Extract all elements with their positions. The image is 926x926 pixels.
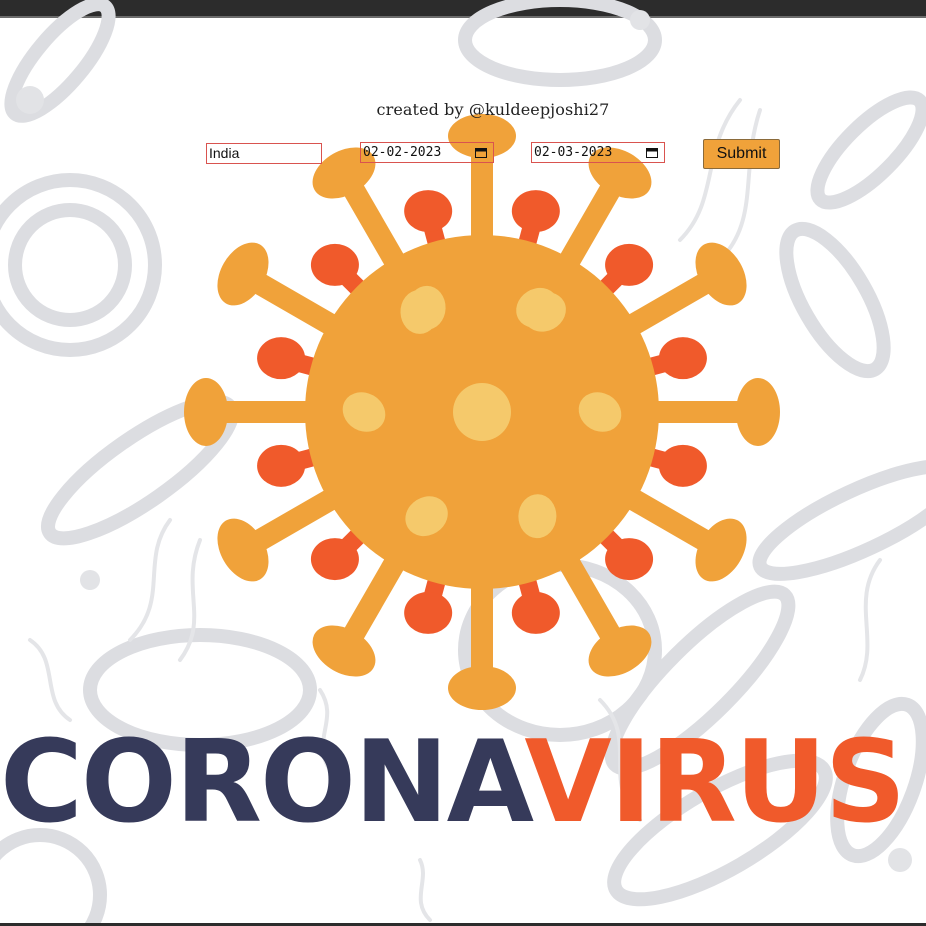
virus-short-spike-head	[511, 591, 560, 634]
title-part-corona: CORONA	[0, 722, 526, 842]
from-date-input[interactable]: 02-02-2023	[360, 142, 494, 163]
to-date-value: 02-03-2023	[534, 145, 613, 160]
virus-short-spike-head	[404, 190, 453, 233]
virus-short-spike-head	[310, 538, 359, 581]
virus-short-spike-head	[404, 591, 453, 634]
virus-short-spike-head	[658, 444, 707, 487]
virus-short-spike-head	[511, 190, 560, 233]
virus-short-spike-head	[257, 337, 306, 380]
virus-short-spike-head	[605, 243, 654, 286]
from-date-value: 02-02-2023	[363, 145, 442, 160]
virus-short-spike-head	[658, 337, 707, 380]
virus-spike-tip	[588, 625, 652, 677]
virus-spike-tip	[448, 666, 516, 710]
calendar-icon[interactable]	[646, 147, 658, 158]
credit-text: created by @kuldeepjoshi27	[376, 100, 610, 119]
virus-spike-tip	[695, 518, 747, 582]
virus-spot	[453, 383, 511, 441]
page: created by @kuldeepjoshi27 India 02-02-2…	[0, 0, 926, 926]
virus-spike-tip	[217, 242, 269, 306]
virus-short-spike-head	[605, 538, 654, 581]
virus-short-spike-head	[310, 243, 359, 286]
calendar-icon[interactable]	[475, 147, 487, 158]
country-input[interactable]: India	[206, 143, 322, 164]
title-part-virus: VIRUS	[524, 722, 906, 842]
virus-spike-tip	[695, 242, 747, 306]
virus-spike-tip	[312, 625, 376, 677]
virus-spike-tip	[736, 378, 780, 446]
coronavirus-title: CORONAVIRUS	[0, 722, 926, 842]
virus-spike-tip	[217, 518, 269, 582]
to-date-input[interactable]: 02-03-2023	[531, 142, 665, 163]
virus-short-spike-head	[257, 444, 306, 487]
submit-button[interactable]: Submit	[703, 139, 780, 169]
virus-spike-tip	[184, 378, 228, 446]
